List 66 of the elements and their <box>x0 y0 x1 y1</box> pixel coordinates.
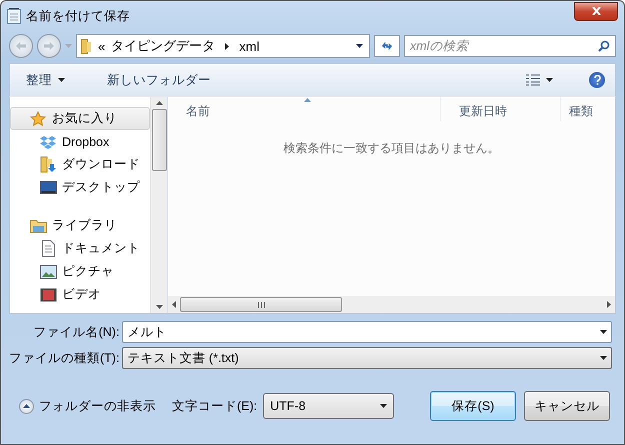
file-name-field[interactable]: メルト <box>122 321 612 343</box>
breadcrumb[interactable]: タイピングデータ <box>111 37 216 55</box>
encoding-label: 文字コード(E): <box>172 398 258 414</box>
save-button[interactable]: 保存(S) <box>430 391 516 421</box>
caret-icon <box>380 404 387 408</box>
nav-item[interactable]: ビデオ <box>10 283 150 306</box>
nav-item[interactable]: ライブラリ <box>10 214 150 237</box>
left-arrow-icon <box>16 41 26 51</box>
nav-item[interactable]: ドキュメント <box>10 237 150 260</box>
scrollbar-thumb[interactable] <box>152 109 166 171</box>
nav-item[interactable]: Dropbox <box>10 130 150 153</box>
hide-folders-button[interactable]: フォルダーの非表示 <box>19 398 156 414</box>
encoding-dropdown[interactable]: UTF-8 <box>263 393 394 419</box>
folder-download-icon <box>40 156 56 173</box>
file-type-dropdown[interactable]: テキスト文書 (*.txt) <box>122 347 612 369</box>
question-mark-icon <box>594 75 600 85</box>
caret-icon <box>600 330 607 334</box>
search-icon <box>598 40 610 52</box>
vertical-scrollbar[interactable] <box>150 97 167 313</box>
nav-item[interactable]: お気に入り <box>10 107 150 130</box>
picture-icon <box>40 264 56 278</box>
film-icon <box>40 288 56 302</box>
breadcrumb[interactable]: xml <box>239 38 260 54</box>
notepad-icon <box>7 8 21 24</box>
document-icon <box>42 240 54 257</box>
dropdown-caret-icon[interactable] <box>356 44 363 48</box>
up-caret-icon <box>23 404 30 408</box>
nav-item[interactable]: デスクトップ <box>10 176 150 199</box>
nav-item[interactable]: ピクチャ <box>10 260 150 283</box>
close-icon <box>592 7 600 15</box>
window-title: 名前を付けて保存 <box>26 8 131 24</box>
new-folder-button[interactable]: 新しいフォルダー <box>101 70 217 90</box>
horizontal-scrollbar[interactable] <box>168 296 615 313</box>
right-arrow-icon[interactable] <box>607 301 611 308</box>
close-button[interactable] <box>574 2 618 20</box>
organize-button[interactable]: 整理 <box>20 70 71 90</box>
address-bar[interactable]: « タイピングデータ xml <box>76 34 370 58</box>
monitor-icon <box>40 180 56 194</box>
right-arrow-icon <box>44 41 54 51</box>
field-label: ファイルの種類(T): <box>9 350 120 366</box>
refresh-button[interactable] <box>374 35 400 57</box>
up-arrow-icon[interactable] <box>156 101 162 105</box>
refresh-icon <box>381 40 393 52</box>
empty-message: 検索条件に一致する項目はありません。 <box>284 141 500 155</box>
caret-icon <box>600 356 607 360</box>
overflow-chevron[interactable]: « <box>98 38 106 54</box>
column-header[interactable]: 種類 <box>561 97 615 121</box>
help-button[interactable] <box>589 72 605 88</box>
folder-icon <box>30 218 46 232</box>
sort-arrow-icon <box>304 98 311 102</box>
breadcrumb-separator-icon[interactable] <box>225 42 230 50</box>
box-icon <box>40 134 56 148</box>
nav-item[interactable]: ダウンロード <box>10 153 150 176</box>
down-arrow-icon[interactable] <box>156 305 162 309</box>
folder-icon <box>81 38 92 54</box>
details-view-icon <box>526 74 540 86</box>
star-icon <box>30 110 46 126</box>
caret-icon <box>546 78 553 82</box>
column-header[interactable]: 更新日時 <box>441 97 561 121</box>
column-header[interactable]: 名前 <box>168 97 441 121</box>
scrollbar-thumb[interactable] <box>180 297 342 312</box>
caret-icon <box>58 78 65 82</box>
grip-icon <box>258 302 264 308</box>
field-label: ファイル名(N): <box>32 324 120 340</box>
cancel-button[interactable]: キャンセル <box>524 391 610 421</box>
left-arrow-icon[interactable] <box>172 301 176 308</box>
